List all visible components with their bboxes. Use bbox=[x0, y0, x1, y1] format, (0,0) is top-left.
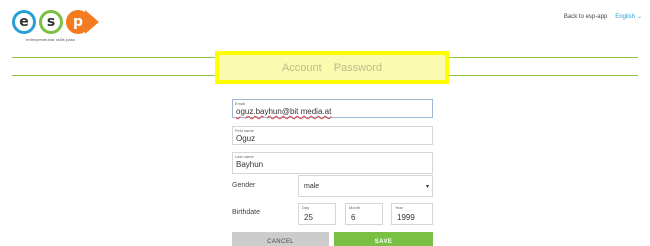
first-name-field[interactable]: First name Oguz bbox=[232, 126, 433, 145]
last-name-label: Last name bbox=[235, 154, 254, 159]
language-selector[interactable]: English ⌄ bbox=[615, 13, 642, 21]
first-name-label: First name bbox=[235, 128, 254, 133]
cancel-button[interactable]: CANCEL bbox=[232, 232, 329, 246]
year-label: Year bbox=[395, 205, 404, 210]
logo-letter-s: s bbox=[39, 10, 63, 34]
month-value: 6 bbox=[351, 213, 356, 222]
email-field[interactable]: Email oguz.bayhun@bit media.at bbox=[232, 99, 433, 118]
month-label: Month bbox=[349, 205, 361, 210]
logo-tagline: entrepreneurial skills pass bbox=[26, 37, 75, 42]
logo-letter-e: e bbox=[12, 10, 36, 34]
gender-select[interactable]: male ▾ bbox=[298, 175, 433, 197]
email-value: oguz.bayhun@bit media.at bbox=[236, 107, 332, 116]
tab-account[interactable]: Account bbox=[282, 62, 322, 74]
last-name-value: Bayhun bbox=[236, 160, 264, 169]
birth-day-field[interactable]: Day 25 bbox=[298, 203, 336, 225]
email-label: Email bbox=[235, 101, 246, 106]
birth-month-field[interactable]: Month 6 bbox=[345, 203, 383, 225]
gender-value: male bbox=[304, 183, 320, 190]
header-links: Back to esp-app English ⌄ bbox=[564, 13, 642, 21]
language-label: English bbox=[615, 13, 635, 20]
logo-mark: e s p bbox=[12, 10, 112, 34]
gender-label: Gender bbox=[232, 182, 256, 189]
back-to-app-link[interactable]: Back to esp-app bbox=[564, 14, 607, 20]
save-button[interactable]: SAVE bbox=[334, 232, 433, 246]
day-value: 25 bbox=[304, 213, 313, 222]
first-name-value: Oguz bbox=[236, 134, 256, 143]
caret-down-icon: ▾ bbox=[425, 184, 429, 190]
tab-password[interactable]: Password bbox=[334, 62, 382, 74]
birth-year-field[interactable]: Year 1999 bbox=[391, 203, 433, 225]
year-value: 1999 bbox=[397, 213, 415, 222]
chevron-down-icon: ⌄ bbox=[636, 14, 642, 20]
logo-arrow-icon bbox=[85, 10, 99, 34]
esp-logo[interactable]: e s p entrepreneurial skills pass bbox=[12, 10, 112, 46]
birthdate-label: Birthdate bbox=[232, 209, 261, 216]
tabs-highlight: Account Password bbox=[215, 51, 449, 84]
day-label: Day bbox=[302, 205, 310, 210]
last-name-field[interactable]: Last name Bayhun bbox=[232, 152, 433, 174]
